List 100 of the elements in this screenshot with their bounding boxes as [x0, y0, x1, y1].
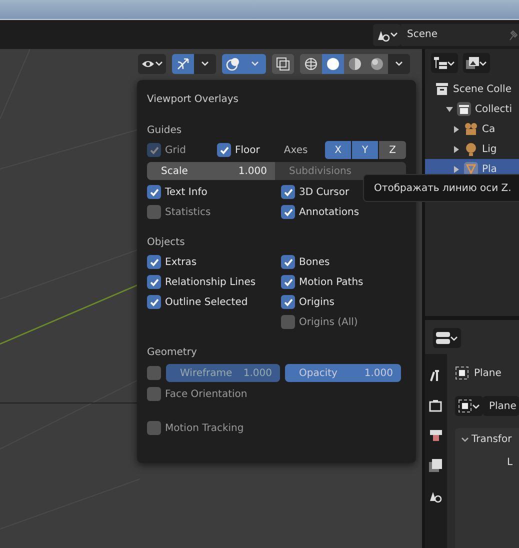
panel-title: Transfor	[472, 433, 512, 447]
check-icon	[148, 256, 160, 268]
image-stack-icon	[466, 57, 479, 69]
checkbox-label: 3D Cursor	[299, 186, 350, 200]
checkbox-label: Origins	[299, 296, 334, 310]
light-icon	[464, 142, 478, 156]
axis-toggle[interactable]: X	[325, 141, 351, 159]
caret-icon	[450, 334, 458, 342]
checkbox[interactable]	[147, 275, 161, 289]
data-type-button[interactable]	[455, 396, 483, 416]
caret-icon	[201, 60, 209, 67]
checkbox-label: Motion Tracking	[165, 422, 244, 436]
caret-icon	[395, 60, 403, 67]
checkbox[interactable]	[147, 421, 161, 435]
overlays-toggle[interactable]	[222, 54, 244, 74]
shading-button[interactable]	[300, 54, 322, 74]
xray-icon	[276, 56, 290, 70]
checkbox[interactable]	[147, 185, 161, 199]
checkbox-label: Annotations	[299, 206, 360, 220]
checkbox-label: Floor	[235, 144, 260, 158]
check-icon	[148, 296, 160, 308]
camera-icon	[464, 122, 478, 136]
checkbox[interactable]	[281, 295, 295, 309]
checkbox[interactable]	[217, 143, 231, 157]
outliner-item[interactable]: Scene Colle	[425, 79, 519, 99]
checkbox[interactable]	[281, 205, 295, 219]
checkbox[interactable]	[147, 366, 161, 380]
check-icon	[148, 144, 160, 156]
editor-type-button[interactable]	[433, 328, 461, 348]
image-icon	[429, 459, 443, 473]
checkbox[interactable]	[147, 255, 161, 269]
caret-icon	[390, 31, 398, 38]
checkbox-label: Relationship Lines	[165, 276, 256, 290]
tooltip: Отображать линию оси Z.	[363, 174, 519, 202]
checkbox-label: Face Orientation	[165, 388, 248, 402]
check-icon	[282, 296, 294, 308]
checkbox-label: Origins (All)	[299, 316, 358, 330]
visibility-button[interactable]	[138, 54, 166, 74]
scene-icon	[435, 82, 449, 96]
caret-icon	[479, 60, 487, 66]
checkbox-label: Outline Selected	[165, 296, 248, 310]
section-title: Geometry	[147, 346, 198, 360]
gizmo-dropdown[interactable]	[194, 54, 216, 74]
shading-button[interactable]	[322, 54, 344, 74]
rendered-shading-icon	[370, 56, 384, 70]
check-icon	[282, 256, 294, 268]
checkbox[interactable]	[281, 185, 295, 199]
checkbox[interactable]	[147, 205, 161, 219]
printer-icon	[429, 429, 443, 443]
popover-title: Viewport Overlays	[147, 93, 240, 107]
checkbox[interactable]	[281, 255, 295, 269]
gizmo-toggle[interactable]	[172, 54, 194, 74]
caret-icon	[447, 60, 455, 66]
scale-field[interactable]: Scale 1.000	[147, 162, 275, 180]
shading-button[interactable]	[366, 54, 388, 74]
axis-toggle[interactable]: Z	[379, 141, 406, 159]
axes-label: Axes	[284, 144, 308, 158]
check-icon	[218, 144, 230, 156]
properties-icon	[436, 332, 450, 344]
axis-toggle[interactable]: Y	[352, 141, 378, 159]
scene-selector-button[interactable]	[373, 24, 401, 46]
object-name: Plane	[474, 366, 502, 380]
checkbox[interactable]	[147, 387, 161, 401]
checkbox-label: Statistics	[165, 206, 211, 220]
outliner-item[interactable]: Lig	[425, 139, 519, 159]
outliner-item[interactable]: Collecti	[425, 99, 519, 119]
transform-panel[interactable]: Transfor L	[455, 428, 519, 548]
caret-icon	[155, 60, 163, 67]
display-mode-button[interactable]	[431, 53, 458, 73]
collection-icon	[457, 102, 471, 116]
xray-toggle[interactable]	[272, 54, 294, 74]
scene-field[interactable]: Scene	[401, 24, 519, 46]
material-shading-icon	[348, 56, 362, 70]
check-icon	[282, 206, 294, 218]
outliner-item[interactable]: Ca	[425, 119, 519, 139]
shading-dropdown[interactable]	[388, 54, 410, 74]
check-icon	[282, 186, 294, 198]
wireframe-shading-icon	[304, 56, 318, 70]
object-icon	[458, 399, 472, 413]
caret-icon	[251, 60, 259, 67]
checkbox-label: Motion Paths	[299, 276, 364, 290]
section-title: Guides	[147, 124, 183, 138]
filter-button[interactable]	[463, 53, 490, 73]
pin-icon	[507, 28, 519, 40]
disclosure-right-icon	[453, 126, 460, 132]
checkbox-label: Text Info	[165, 186, 208, 200]
section-title: Objects	[147, 236, 186, 250]
data-name-field[interactable]: Plane	[483, 396, 519, 416]
overlays-dropdown[interactable]	[244, 54, 266, 74]
checkbox[interactable]	[281, 315, 295, 329]
overlays-icon	[226, 56, 240, 70]
chevron-down-icon	[461, 436, 469, 443]
outliner-icon	[434, 57, 447, 69]
checkbox-label: Bones	[299, 256, 330, 270]
solid-shading-icon	[326, 56, 340, 70]
checkbox[interactable]	[147, 295, 161, 309]
field-label: L	[507, 456, 514, 470]
disclosure-down-icon	[446, 106, 453, 112]
checkbox[interactable]	[281, 275, 295, 289]
shading-button[interactable]	[344, 54, 366, 74]
